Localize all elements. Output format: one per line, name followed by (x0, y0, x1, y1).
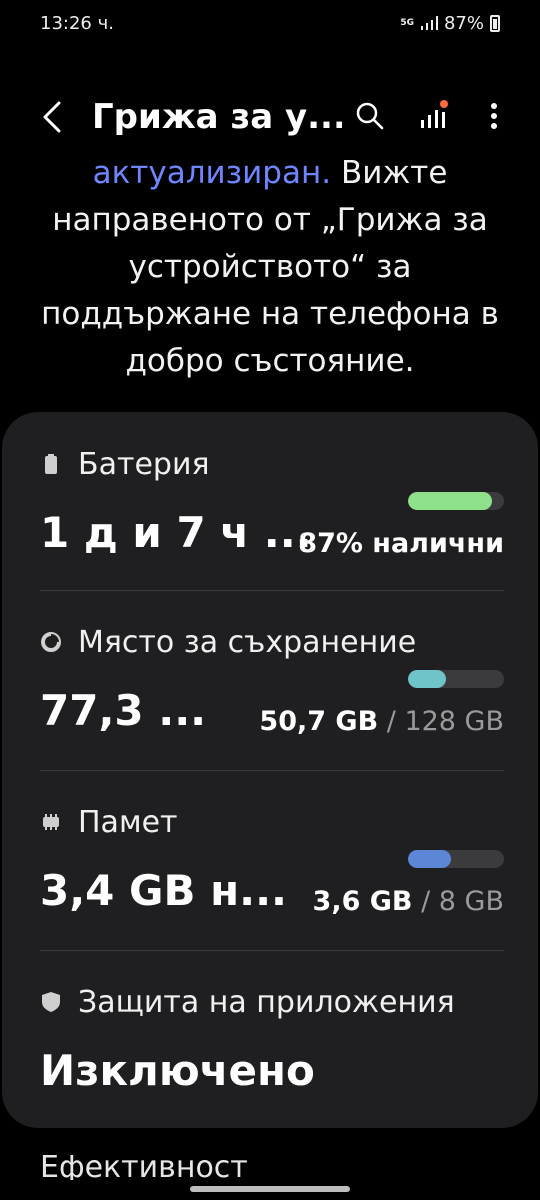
memory-separator: / (412, 886, 439, 917)
memory-used: 3,6 GB (312, 886, 413, 917)
memory-level-bar (408, 850, 504, 868)
search-icon (356, 102, 384, 130)
diagnostics-button[interactable] (410, 88, 454, 144)
signal-icon (420, 16, 438, 30)
app-bar: Грижа за у... (0, 80, 540, 154)
back-button[interactable] (22, 87, 82, 147)
app-protection-label: Защита на приложения (78, 984, 455, 1020)
battery-level-bar (408, 492, 504, 510)
network-badge: 5G (400, 17, 414, 28)
performance-section-peek[interactable]: Ефективност (40, 1150, 248, 1180)
battery-label: Батерия (78, 446, 210, 482)
storage-pie-icon (40, 631, 62, 653)
storage-level-bar (408, 670, 504, 688)
device-care-card: Батерия 1 д и 7 ч ... 87% налични Място … (2, 412, 538, 1128)
memory-label: Памет (78, 804, 178, 840)
gesture-handle[interactable] (190, 1186, 350, 1192)
battery-icon (490, 14, 500, 32)
intro-link[interactable]: актуализиран. (93, 156, 332, 191)
chevron-left-icon (43, 101, 61, 133)
storage-free: 77,3 ... (40, 686, 207, 735)
appbar-actions (348, 88, 516, 144)
app-protection-status: Изключено (40, 1046, 315, 1095)
storage-total: 128 GB (404, 706, 504, 737)
status-icons: 5G 87% (400, 13, 500, 34)
intro-clip: актуализиран. Вижте направеното от „Гриж… (0, 156, 540, 386)
app-protection-section[interactable]: Защита на приложения Изключено (40, 980, 504, 1110)
page-title: Грижа за у... (92, 97, 342, 137)
status-time: 13:26 ч. (40, 12, 114, 34)
app-protection-header: Защита на приложения (40, 980, 504, 1024)
memory-level-fill (408, 850, 452, 868)
intro-text: актуализиран. Вижте направеното от „Гриж… (40, 156, 500, 385)
memory-section[interactable]: Памет 3,4 GB н... 3,6 GB / 8 GB (40, 800, 504, 950)
battery-level-fill (408, 492, 492, 510)
storage-level-fill (408, 670, 447, 688)
memory-chip-icon (40, 811, 62, 833)
battery-section[interactable]: Батерия 1 д и 7 ч ... 87% налични (40, 442, 504, 592)
battery-header: Батерия (40, 442, 504, 486)
storage-usage: 50,7 GB / 128 GB (259, 706, 504, 737)
divider (40, 770, 504, 771)
battery-time-left: 1 д и 7 ч ... (40, 508, 312, 557)
storage-header: Място за съхранение (40, 620, 504, 664)
battery-available: 87% налични (298, 528, 504, 559)
shield-icon (40, 991, 62, 1013)
divider (40, 950, 504, 951)
storage-section[interactable]: Място за съхранение 77,3 ... 50,7 GB / 1… (40, 620, 504, 770)
divider (40, 590, 504, 591)
search-button[interactable] (348, 88, 392, 144)
memory-usage: 3,6 GB / 8 GB (313, 886, 504, 917)
memory-free: 3,4 GB н... (40, 866, 288, 915)
battery-icon (40, 453, 62, 475)
storage-separator: / (378, 706, 405, 737)
status-bar: 13:26 ч. 5G 87% (0, 0, 540, 46)
more-vert-icon (491, 103, 497, 129)
memory-total: 8 GB (438, 886, 504, 917)
storage-label: Място за съхранение (78, 624, 417, 660)
notification-dot (440, 100, 448, 108)
storage-used: 50,7 GB (259, 706, 379, 737)
more-options-button[interactable] (472, 88, 516, 144)
battery-percent: 87% (443, 12, 484, 34)
memory-header: Памет (40, 800, 504, 844)
